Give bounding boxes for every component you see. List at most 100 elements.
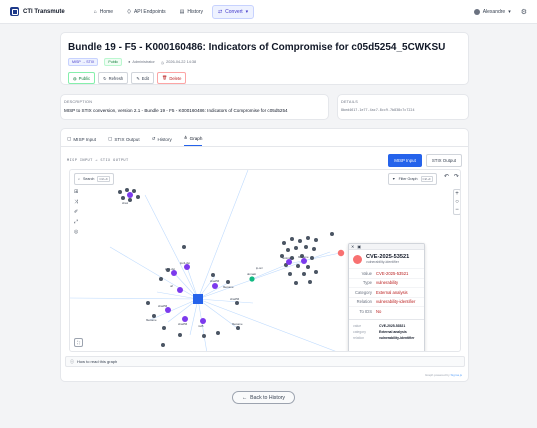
sigma-link[interactable]: Sigma.js (450, 373, 462, 377)
graph-node[interactable] (125, 188, 129, 192)
search-icon: ⌕ (78, 177, 81, 181)
settings-gear-icon[interactable]: ⚙ (521, 8, 527, 16)
popup-value: vulnerability-identifier (376, 299, 416, 305)
popup-divider (349, 316, 424, 320)
graph-node[interactable] (182, 245, 186, 249)
nav-link-history[interactable]: ▤ History (175, 6, 208, 18)
nav-link-home[interactable]: ⌂ Home (89, 6, 118, 18)
graph-node[interactable] (235, 301, 239, 305)
tab-history[interactable]: ↺ History (152, 136, 172, 146)
refresh-button-label: Refresh (108, 75, 124, 81)
graph-node[interactable] (146, 301, 150, 305)
shuffle-icon[interactable]: ⤨ (74, 199, 78, 205)
graph-node-label: filename (298, 255, 309, 259)
brand[interactable]: CTI Transmute (10, 7, 65, 16)
fit-view-icon[interactable]: ⛶ (74, 338, 83, 347)
undo-icon[interactable]: ↶ (444, 173, 449, 180)
graph-node[interactable] (314, 270, 318, 274)
graph-node[interactable] (302, 272, 306, 276)
graph-node[interactable] (314, 238, 318, 242)
zoom-in-icon[interactable]: + (455, 190, 459, 198)
zoom-out-icon[interactable]: − (455, 206, 459, 214)
user-avatar-icon (473, 8, 480, 15)
misp-input-button[interactable]: MISP Input (388, 153, 422, 167)
graph-node[interactable] (161, 343, 165, 347)
popup-value: External analysis (376, 289, 408, 295)
search-shortcut: Ctrl+K (97, 176, 110, 182)
graph-node[interactable] (288, 272, 292, 276)
graph-node[interactable] (304, 245, 308, 249)
delete-button-label: Delete (169, 75, 182, 81)
graph-node[interactable] (118, 190, 122, 194)
graph-filter-label: Filter Graph (398, 177, 418, 181)
graph-node[interactable] (290, 237, 294, 241)
graph-node[interactable] (236, 326, 240, 330)
nav-link-convert[interactable]: ⇄ Convert ▾ (211, 4, 255, 19)
graph-object-node[interactable] (127, 192, 133, 198)
graph-node[interactable] (159, 277, 163, 281)
popup-raw-value: CVE-2025-53521 (379, 323, 406, 328)
graph-node[interactable] (308, 280, 312, 284)
expand-icon[interactable]: ⤢ (74, 219, 78, 225)
graph-node[interactable] (294, 281, 298, 285)
graph-node[interactable] (202, 334, 206, 338)
graph-green-node[interactable] (249, 276, 255, 282)
graph-node[interactable] (136, 195, 140, 199)
pin-icon[interactable]: ▣ (357, 244, 361, 249)
graph-node[interactable] (298, 239, 302, 243)
graph-node[interactable] (162, 326, 166, 330)
redo-icon[interactable]: ↷ (454, 173, 459, 180)
graph-node[interactable] (216, 331, 220, 335)
graph-search[interactable]: ⌕ Search Ctrl+K (74, 173, 114, 185)
graph-node[interactable] (128, 198, 132, 202)
graph-node-label: sha256 (230, 297, 240, 301)
file-icon: ▢ (108, 136, 113, 141)
graph-node[interactable] (178, 333, 182, 337)
tab-stix-output[interactable]: ▢ STIX Output (108, 136, 140, 146)
graph-node[interactable] (226, 280, 230, 284)
graph-edge (149, 298, 199, 321)
close-icon[interactable]: ✕ (351, 244, 354, 249)
delete-button[interactable]: 🗑 Delete (156, 72, 187, 84)
nav-link-api-endpoints[interactable]: ⟨⟩ API Endpoints (122, 6, 171, 18)
graph-edge (197, 298, 336, 351)
how-to-read-graph[interactable]: ⓘ How to read this graph (65, 356, 465, 367)
tab-misp-input[interactable]: ▢ MISP Input (67, 136, 96, 146)
popup-raw-key: relation (353, 335, 365, 340)
user-menu[interactable]: Alexandre ▾ (473, 8, 511, 15)
refresh-button[interactable]: ↻ Refresh (98, 72, 129, 84)
graph-node-label: filename (146, 318, 157, 322)
graph-node[interactable] (310, 256, 314, 260)
tab-graph[interactable]: ⋔ Graph (183, 135, 203, 146)
graph-node[interactable] (306, 265, 310, 269)
graph-filter[interactable]: ▼ Filter Graph Ctrl+F (388, 173, 437, 185)
filter-icon: ▼ (392, 177, 396, 181)
graph-object-node[interactable] (212, 283, 218, 289)
graph-node[interactable] (211, 273, 215, 277)
zoom-reset-icon[interactable]: ○ (455, 198, 459, 206)
graph-node[interactable] (306, 236, 310, 240)
header-actions: ◍ Public ↻ Refresh ✎ Edit 🗑 Delete (68, 72, 461, 84)
graph-node-label: sha1 (122, 201, 129, 205)
graph-event-node[interactable] (193, 294, 203, 304)
conversion-badge: MISP → STIX (68, 58, 99, 66)
graph-node[interactable] (282, 241, 286, 245)
edit-button[interactable]: ✎ Edit (131, 72, 154, 84)
graph-node[interactable] (132, 189, 136, 193)
camera-icon[interactable]: ◎ (74, 229, 78, 235)
graph-canvas[interactable]: ipv4-dst ipv4-dst sha256 filename sha256… (69, 169, 461, 352)
back-to-history-button[interactable]: ← Back to History (232, 391, 295, 404)
graph-node[interactable] (294, 246, 298, 250)
public-button[interactable]: ◍ Public (68, 72, 96, 84)
graph-object-node[interactable] (177, 287, 183, 293)
graph-node[interactable] (121, 196, 125, 200)
brush-icon[interactable]: ✐ (74, 209, 78, 215)
graph-node[interactable] (330, 232, 334, 236)
page-title: Bundle 19 - F5 - K000160486: Indicators … (68, 42, 446, 53)
graph-vulnerability-node[interactable] (337, 249, 345, 257)
graph-node[interactable] (286, 248, 290, 252)
graph-node[interactable] (312, 247, 316, 251)
layout-icon[interactable]: ⊞ (74, 189, 78, 195)
stix-output-button[interactable]: STIX Output (425, 153, 462, 167)
graph-node[interactable] (296, 264, 300, 268)
